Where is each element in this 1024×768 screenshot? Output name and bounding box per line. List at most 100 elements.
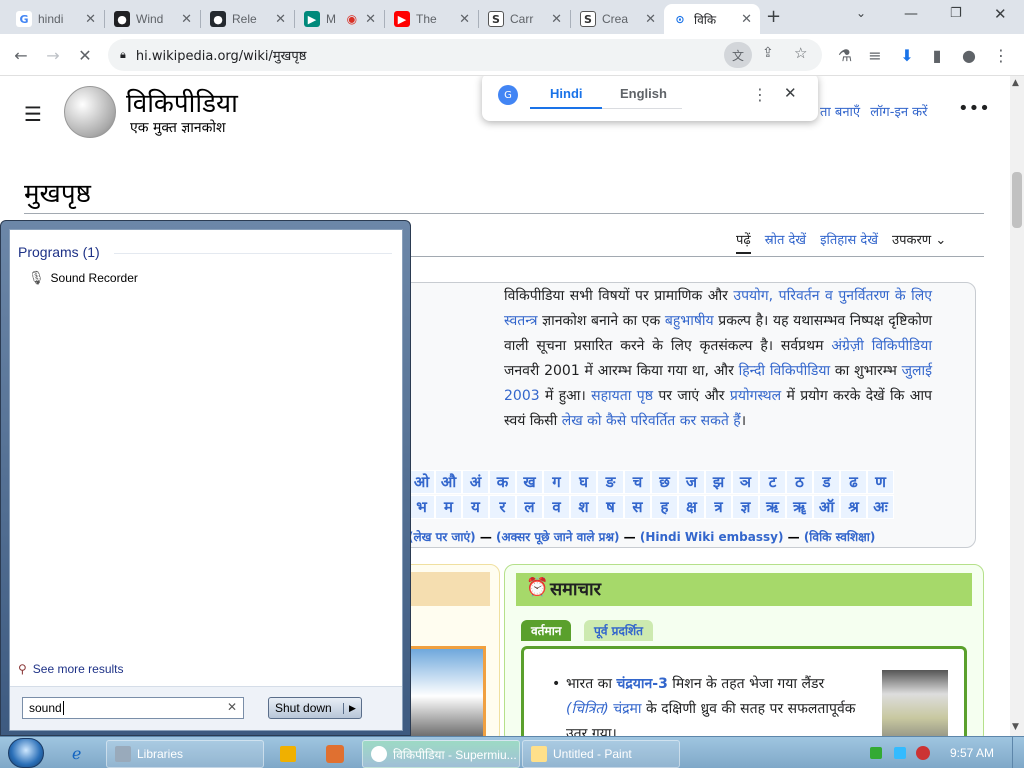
tab-search-icon[interactable]: ⌄ [856,6,866,20]
wiki-wordmark[interactable]: विकिपीडिया [126,84,238,120]
close-icon[interactable]: ✕ [645,12,656,27]
internet-explorer-icon[interactable]: ℯ [72,744,81,763]
recording-tray-icon[interactable] [916,746,930,760]
alarm-clock-icon: ⏰ [526,577,549,598]
link[interactable]: बहुभाषीय [665,313,714,329]
tab-previous[interactable]: पूर्व प्रदर्शित [584,620,653,641]
clock[interactable]: 9:57 AM [950,746,994,760]
close-icon[interactable]: ✕ [784,84,797,102]
media-icon[interactable]: ≡ [862,42,888,68]
tab-label: विकि [694,12,717,27]
browser-tab-active[interactable]: ⊙ विकि ✕ [664,4,760,34]
hamburger-icon[interactable]: ☰ [24,102,42,126]
scroll-up-icon[interactable]: ▲ [1012,78,1019,88]
close-icon[interactable]: ✕ [741,12,752,27]
news-image[interactable] [882,670,948,736]
forward-button[interactable]: → [40,42,66,68]
close-icon[interactable]: ✕ [181,12,192,27]
see-more-results[interactable]: ⚲ See more results [18,662,124,676]
search-input[interactable]: sound ✕ [22,697,244,719]
media-player-icon[interactable] [280,746,296,762]
tab-label: M [326,12,336,26]
link[interactable]: अंग्रेज़ी विकिपीडिया [831,338,932,354]
clear-search-icon[interactable]: ✕ [227,700,237,714]
news-header: ⏰ समाचार [516,573,972,606]
wikipedia-logo[interactable] [64,86,116,138]
language-hindi[interactable]: Hindi [550,86,583,101]
extension-icon[interactable]: ⚗ [832,42,858,68]
close-icon[interactable]: ✕ [275,12,286,27]
scroll-down-icon[interactable]: ▼ [1012,722,1019,732]
link[interactable]: लेख को कैसे परिवर्तित कर सकते हैं [562,413,741,429]
browser-tab[interactable]: ▶ M ◉ ✕ [296,4,384,34]
taskbar-libraries[interactable]: Libraries [106,740,264,768]
google-translate-icon: G [498,85,518,105]
link[interactable]: प्रयोगस्थल [730,388,781,404]
link[interactable]: (Hindi Wiki embassy) [640,530,784,544]
menu-icon[interactable]: ⋮ [988,42,1014,68]
taskbar-paint[interactable]: Untitled - Paint [522,740,680,768]
browser-tab[interactable]: ▶ The ✕ [386,4,478,34]
link[interactable]: (चित्रित) [566,701,609,717]
browser-tab[interactable]: S Carr ✕ [480,4,570,34]
featured-image[interactable] [408,646,486,736]
login-link[interactable]: लॉग-इन करें [870,105,927,120]
browser-tab[interactable]: S Crea ✕ [572,4,664,34]
link[interactable]: (अक्सर पूछे जाने वाले प्रश्न) [496,530,619,544]
back-button[interactable]: ← [8,42,34,68]
scrollbar[interactable]: ▲ ▼ [1010,76,1024,736]
stop-button[interactable]: ✕ [72,42,98,68]
tab-tools[interactable]: उपकरण ⌄ [892,230,946,254]
network-icon[interactable] [870,747,882,759]
link[interactable]: हिन्दी विकिपीडिया [739,363,830,379]
tab-current[interactable]: वर्तमान [521,620,572,641]
link[interactable]: (लेख पर जाएं) [408,530,476,544]
alphabet-row: ओ औ अं क ख ग घ ङ च छ ज झ ञ ट ठ ड ढ ण [408,470,898,494]
show-desktop-button[interactable] [1012,737,1024,768]
translate-icon[interactable]: 文 [724,42,752,68]
profile-icon[interactable]: ● [956,42,982,68]
side-panel-icon[interactable]: ▮ [924,42,950,68]
close-icon[interactable]: ✕ [85,12,96,27]
close-icon[interactable]: ✕ [365,12,376,27]
tab-history[interactable]: इतिहास देखें [820,230,878,254]
tab-strip: G hindi ✕ ● Wind ✕ ● Rele ✕ ▶ M ◉ ✕ ▶ Th… [0,0,1024,34]
bookmark-star-icon[interactable]: ☆ [794,44,807,62]
create-account-link[interactable]: ता बनाएँ [820,105,860,120]
paint-icon[interactable] [326,745,344,763]
taskbar-browser[interactable]: विकिपीडिया - Supermiu... [362,740,520,768]
shutdown-arrow-icon[interactable]: ▶ [343,702,361,714]
paint-icon [531,746,547,762]
address-bar[interactable]: 🔒︎ hi.wikipedia.org/wiki/मुखपृष्ठ 文 ⇪ ☆ [108,39,822,71]
more-options-icon[interactable]: ••• [958,98,990,119]
program-sound-recorder[interactable]: 🎙︎ Sound Recorder [28,270,138,286]
share-icon[interactable]: ⇪ [762,45,774,61]
browser-tab[interactable]: G hindi ✕ [8,4,104,34]
browser-tab[interactable]: ● Rele ✕ [202,4,294,34]
featured-header [408,572,490,606]
start-button[interactable] [8,738,44,768]
tab-read[interactable]: पढ़ें [736,230,751,254]
minimize-button[interactable]: — [904,6,918,22]
more-options-icon[interactable]: ⋮ [752,85,768,104]
close-window-button[interactable]: ✕ [994,5,1007,23]
link[interactable]: चंद्रयान-3 [616,676,667,692]
close-icon[interactable]: ✕ [459,12,470,27]
scrollbar-thumb[interactable] [1012,172,1022,228]
search-icon: ⚲ [18,662,27,676]
new-tab-button[interactable]: + [766,6,781,27]
download-icon[interactable]: ⬇ [894,42,920,68]
url-text: hi.wikipedia.org/wiki/मुखपृष्ठ [135,49,307,64]
tab-view-source[interactable]: स्रोत देखें [765,230,806,254]
link[interactable]: सहायता पृष्ठ [591,388,653,404]
link[interactable]: चंद्रमा [613,701,641,717]
tray-icon[interactable] [894,747,906,759]
tab-label: hindi [38,12,64,26]
close-icon[interactable]: ✕ [551,12,562,27]
browser-toolbar: ← → ✕ 🔒︎ hi.wikipedia.org/wiki/मुखपृष्ठ … [0,34,1024,76]
shutdown-button[interactable]: Shut down ▶ [268,697,362,719]
restore-button[interactable]: ❐ [950,6,962,21]
language-english[interactable]: English [620,86,667,101]
link[interactable]: (विकि स्वशिक्षा) [804,530,876,544]
browser-tab[interactable]: ● Wind ✕ [106,4,200,34]
